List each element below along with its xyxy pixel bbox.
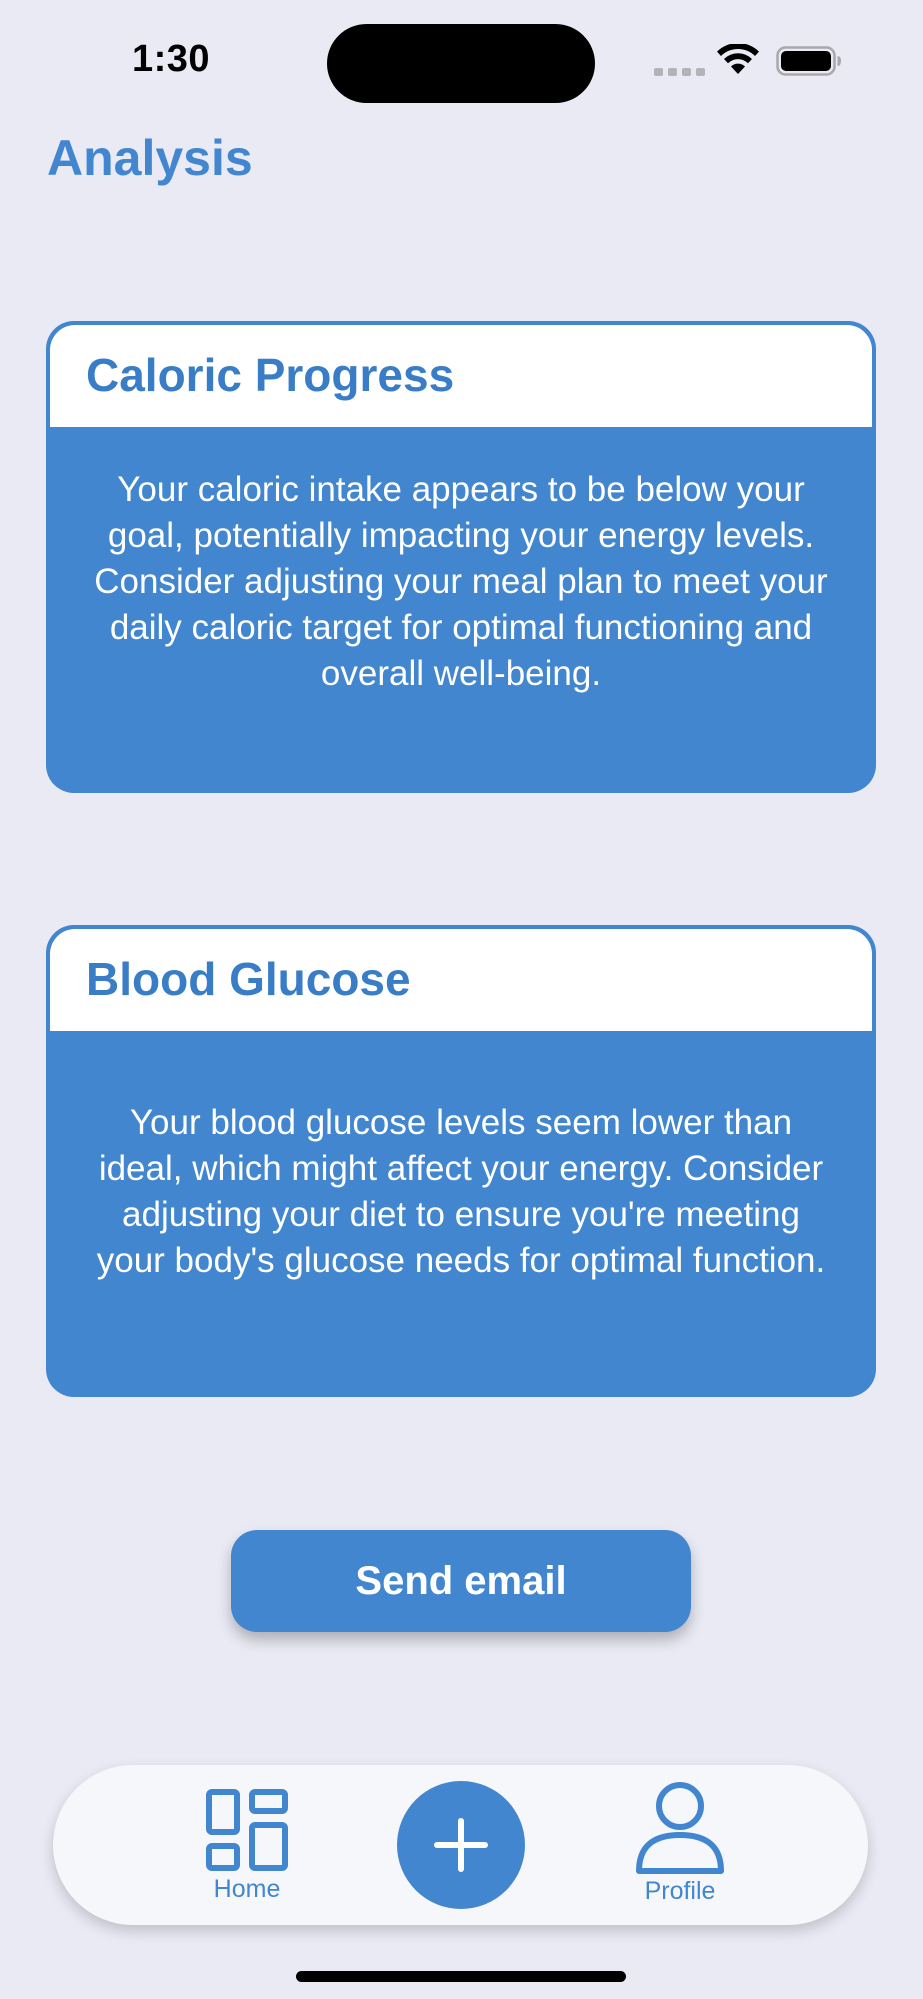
- card-header: Caloric Progress: [50, 325, 872, 427]
- dynamic-island: [327, 24, 595, 103]
- card-body-text: Your caloric intake appears to be below …: [94, 470, 828, 693]
- caloric-progress-card: Caloric Progress Your caloric intake app…: [46, 321, 876, 793]
- card-header: Blood Glucose: [50, 929, 872, 1031]
- status-time: 1:30: [132, 38, 211, 80]
- grid-icon: [206, 1789, 288, 1871]
- add-button[interactable]: [397, 1781, 525, 1909]
- person-icon: [636, 1782, 724, 1874]
- cellular-signal-icon: [654, 68, 705, 76]
- battery-icon: [776, 46, 841, 76]
- card-body-text: Your blood glucose levels seem lower tha…: [96, 1103, 826, 1280]
- tab-profile[interactable]: Profile: [625, 1781, 735, 1921]
- status-icons: [652, 44, 842, 78]
- home-indicator[interactable]: [296, 1971, 626, 1982]
- tab-profile-label: Profile: [644, 1877, 716, 1905]
- tab-home[interactable]: Home: [192, 1789, 302, 1919]
- tab-bar: Home Profile: [53, 1765, 868, 1925]
- blood-glucose-card: Blood Glucose Your blood glucose levels …: [46, 925, 876, 1397]
- wifi-icon: [717, 44, 759, 74]
- plus-icon: [434, 1818, 488, 1872]
- send-email-button[interactable]: Send email: [231, 1530, 691, 1632]
- page-title: Analysis: [47, 130, 253, 186]
- card-title: Caloric Progress: [86, 349, 455, 401]
- card-title: Blood Glucose: [86, 953, 411, 1005]
- tab-home-label: Home: [213, 1875, 281, 1903]
